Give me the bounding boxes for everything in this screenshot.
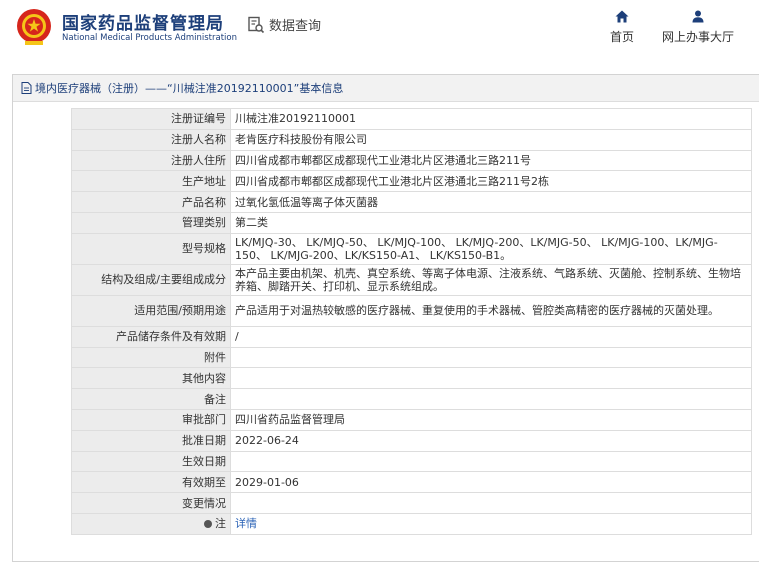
table-row: 审批部门 四川省药品监督管理局 <box>71 408 752 431</box>
details-link[interactable]: 详情 <box>235 517 257 530</box>
note-value-cell: 详情 <box>230 512 752 535</box>
table-row: 生产地址 四川省成都市郫都区成都现代工业港北片区港通北三路211号2栋 <box>71 170 752 193</box>
field-value: 老肯医疗科技股份有限公司 <box>230 128 752 151</box>
table-row: 注 详情 <box>71 512 752 535</box>
table-row: 附件 <box>71 346 752 369</box>
field-label: 注册人住所 <box>71 149 231 172</box>
field-label: 备注 <box>71 388 231 410</box>
field-value <box>230 492 752 514</box>
field-label: 管理类别 <box>71 211 231 234</box>
field-label: 型号规格 <box>71 232 231 265</box>
field-label: 附件 <box>71 346 231 369</box>
field-value: 2022-06-24 <box>230 429 752 452</box>
field-value: 川械注准20192110001 <box>230 108 752 130</box>
table-row: 批准日期 2022-06-24 <box>71 429 752 452</box>
field-value: LK/MJQ-30、 LK/MJQ-50、 LK/MJQ-100、 LK/MJQ… <box>230 232 752 265</box>
field-value: / <box>230 325 752 348</box>
top-header: 国家药品监督管理局 National Medical Products Admi… <box>0 0 759 70</box>
field-label: 生产地址 <box>71 170 231 193</box>
table-row: 管理类别 第二类 <box>71 211 752 234</box>
detail-panel: 境内医疗器械（注册）——“川械注准20192110001”基本信息 注册证编号 … <box>12 74 759 562</box>
note-label: 注 <box>215 517 226 531</box>
home-icon <box>615 10 629 23</box>
field-label: 生效日期 <box>71 450 231 473</box>
field-value <box>230 346 752 369</box>
field-label: 审批部门 <box>71 408 231 431</box>
note-label-cell: 注 <box>71 512 231 535</box>
document-search-icon <box>248 16 265 33</box>
table-row: 注册人名称 老肯医疗科技股份有限公司 <box>71 128 752 151</box>
site-title: 国家药品监督管理局 <box>62 14 224 34</box>
table-row: 有效期至 2029-01-06 <box>71 471 752 494</box>
field-value: 四川省药品监督管理局 <box>230 408 752 431</box>
nav-online-hall[interactable]: 网上办事大厅 <box>662 10 734 45</box>
table-row: 适用范围/预期用途 产品适用于对温热较敏感的医疗器械、重复使用的手术器械、管腔类… <box>71 294 752 327</box>
table-row: 其他内容 <box>71 367 752 390</box>
nav-hall-label: 网上办事大厅 <box>662 30 735 44</box>
field-label: 适用范围/预期用途 <box>71 294 231 327</box>
table-row: 变更情况 <box>71 492 752 514</box>
table-row: 型号规格 LK/MJQ-30、 LK/MJQ-50、 LK/MJQ-100、 L… <box>71 232 752 265</box>
table-row: 结构及组成/主要组成成分 本产品主要由机架、机壳、真空系统、等离子体电源、注液系… <box>71 263 752 296</box>
field-label: 注册人名称 <box>71 128 231 151</box>
table-row: 备注 <box>71 388 752 410</box>
field-value: 2029-01-06 <box>230 471 752 494</box>
table-row: 生效日期 <box>71 450 752 473</box>
field-value: 第二类 <box>230 211 752 234</box>
nav-home-label: 首页 <box>610 30 635 44</box>
data-query-label: 数据查询 <box>269 19 322 34</box>
table-row: 注册人住所 四川省成都市郫都区成都现代工业港北片区港通北三路211号 <box>71 149 752 172</box>
field-value: 四川省成都市郫都区成都现代工业港北片区港通北三路211号 <box>230 149 752 172</box>
field-label: 注册证编号 <box>71 108 231 130</box>
panel-header: 境内医疗器械（注册）——“川械注准20192110001”基本信息 <box>13 75 759 102</box>
field-value: 过氧化氢低温等离子体灭菌器 <box>230 191 752 213</box>
pin-icon <box>204 520 212 529</box>
table-row: 产品储存条件及有效期 / <box>71 325 752 348</box>
field-value: 产品适用于对温热较敏感的医疗器械、重复使用的手术器械、管腔类高精密的医疗器械的灭… <box>230 294 752 327</box>
field-label: 变更情况 <box>71 492 231 514</box>
user-icon <box>692 10 704 23</box>
field-label: 其他内容 <box>71 367 231 390</box>
field-label: 产品名称 <box>71 191 231 213</box>
field-value: 本产品主要由机架、机壳、真空系统、等离子体电源、注液系统、气路系统、灭菌舱、控制… <box>230 263 752 296</box>
document-icon <box>21 82 32 94</box>
field-label: 有效期至 <box>71 471 231 494</box>
field-value <box>230 367 752 390</box>
field-value <box>230 450 752 473</box>
data-query-link[interactable]: 数据查询 <box>247 15 321 34</box>
field-label: 批准日期 <box>71 429 231 452</box>
table-row: 注册证编号 川械注准20192110001 <box>71 108 752 130</box>
field-label: 产品储存条件及有效期 <box>71 325 231 348</box>
site-subtitle: National Medical Products Administration <box>62 33 237 43</box>
field-label: 结构及组成/主要组成成分 <box>71 263 231 296</box>
national-emblem-icon <box>17 9 51 45</box>
info-table: 注册证编号 川械注准20192110001 注册人名称 老肯医疗科技股份有限公司… <box>71 108 752 535</box>
panel-title: 境内医疗器械（注册）——“川械注准20192110001”基本信息 <box>35 82 344 95</box>
nav-home[interactable]: 首页 <box>610 10 634 45</box>
table-row: 产品名称 过氧化氢低温等离子体灭菌器 <box>71 191 752 213</box>
field-value <box>230 388 752 410</box>
field-value: 四川省成都市郫都区成都现代工业港北片区港通北三路211号2栋 <box>230 170 752 193</box>
